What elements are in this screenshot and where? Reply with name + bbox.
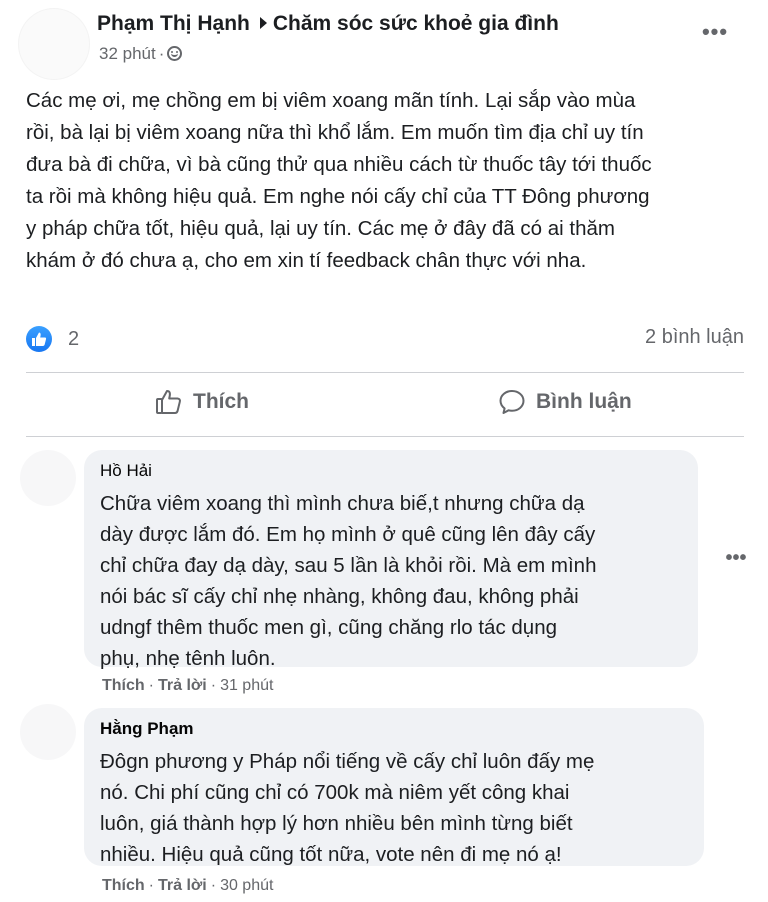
post-body-line: rồi, bà lại bị viêm xoang nữa thì khổ lắ… <box>26 121 644 144</box>
comment-line: luôn, giá thành hợp lý hơn nhiều bên mìn… <box>100 812 573 835</box>
post-body-line: khám ở đó chưa ạ, cho em xin tí feedback… <box>26 249 587 272</box>
group-name[interactable]: Chăm sóc sức khoẻ gia đình <box>273 12 559 35</box>
comment-line: phụ, nhẹ tênh luôn. <box>100 647 276 670</box>
like-reaction-icon <box>26 326 52 352</box>
comment-button[interactable]: Bình luận <box>498 380 632 424</box>
comment-line: dày được lắm đó. Em họ mình ở quê cũng l… <box>100 523 596 546</box>
post-header: Phạm Thị Hạnh Chăm sóc sức khoẻ gia đình … <box>0 0 768 80</box>
comment-icon <box>499 390 525 414</box>
post-body-line: đưa bà đi chữa, vì bà cũng thử qua nhiều… <box>26 153 652 176</box>
comment-line: nói bác sĩ cấy chỉ nhẹ nhàng, không đau,… <box>100 585 579 608</box>
comment-actions: Thích · Trả lời · 31 phút <box>102 677 274 694</box>
author-name[interactable]: Phạm Thị Hạnh <box>97 12 250 35</box>
divider <box>26 372 744 373</box>
thumbs-up-icon <box>156 390 181 414</box>
comment-like-link[interactable]: Thích <box>102 877 145 894</box>
globe-icon <box>167 46 183 61</box>
post-more-button[interactable]: ••• <box>700 21 730 52</box>
comment-reply-link[interactable]: Trả lời <box>158 677 207 694</box>
arrow-right-icon <box>259 17 267 30</box>
comment-actions: Thích · Trả lời · 30 phút <box>102 877 274 894</box>
like-button-label: Thích <box>193 390 249 413</box>
post-body: Các mẹ ơi, mẹ chồng em bị viêm xoang mãn… <box>26 85 746 277</box>
commenter-avatar[interactable] <box>20 450 76 506</box>
comment-line: Đôgn phương y Pháp nổi tiếng về cấy chỉ … <box>100 750 595 773</box>
commenter-name[interactable]: Hồ Hải <box>100 460 682 482</box>
comment-text: Đôgn phương y Pháp nổi tiếng về cấy chỉ … <box>100 746 688 870</box>
comment-bubble: Hồ Hải Chữa viêm xoang thì mình chưa biế… <box>84 450 698 670</box>
author-avatar[interactable] <box>18 8 90 80</box>
post-body-line: Các mẹ ơi, mẹ chồng em bị viêm xoang mãn… <box>26 89 636 112</box>
post-meta: 32 phút · <box>99 44 183 64</box>
comment-like-link[interactable]: Thích <box>102 677 145 694</box>
commenter-name[interactable]: Hằng Phạm <box>100 718 688 740</box>
post-author-line: Phạm Thị Hạnh Chăm sóc sức khoẻ gia đình <box>97 12 559 36</box>
commenter-avatar[interactable] <box>20 704 76 760</box>
post-body-line: ta rồi mà không hiệu quả. Em nghe nói cấ… <box>26 185 650 208</box>
comment-time[interactable]: 30 phút <box>220 877 273 894</box>
comment-line: nó. Chi phí cũng chỉ có 700k mà niêm yết… <box>100 781 570 804</box>
comment-line: udngf thêm thuốc men gì, cũng chăng rlo … <box>100 616 557 639</box>
comment-bubble: Hằng Phạm Đôgn phương y Pháp nổi tiếng v… <box>84 708 704 866</box>
post-time[interactable]: 32 phút <box>99 44 156 63</box>
comment-count-link[interactable]: 2 bình luận <box>645 326 744 349</box>
divider <box>26 436 744 437</box>
reactions-summary[interactable]: 2 <box>26 325 79 353</box>
reaction-count: 2 <box>68 327 80 350</box>
comment-line: chỉ chữa đay dạ dày, sau 5 lần là khỏi r… <box>100 554 597 577</box>
comment-button-label: Bình luận <box>536 390 632 413</box>
comment-time[interactable]: 31 phút <box>220 677 273 694</box>
comment-text: Chữa viêm xoang thì mình chưa biế,t nhưn… <box>100 488 682 674</box>
comment-line: nhiều. Hiệu quả cũng tốt nữa, vote nên đ… <box>100 843 562 866</box>
comment-more-button[interactable]: ••• <box>723 548 749 572</box>
comment-reply-link[interactable]: Trả lời <box>158 877 207 894</box>
meta-separator: · <box>158 44 165 63</box>
post-body-line: y pháp chữa tốt, hiệu quả, lại uy tín. C… <box>26 217 615 240</box>
like-button[interactable]: Thích <box>155 380 249 424</box>
comment-line: Chữa viêm xoang thì mình chưa biế,t nhưn… <box>100 492 585 515</box>
